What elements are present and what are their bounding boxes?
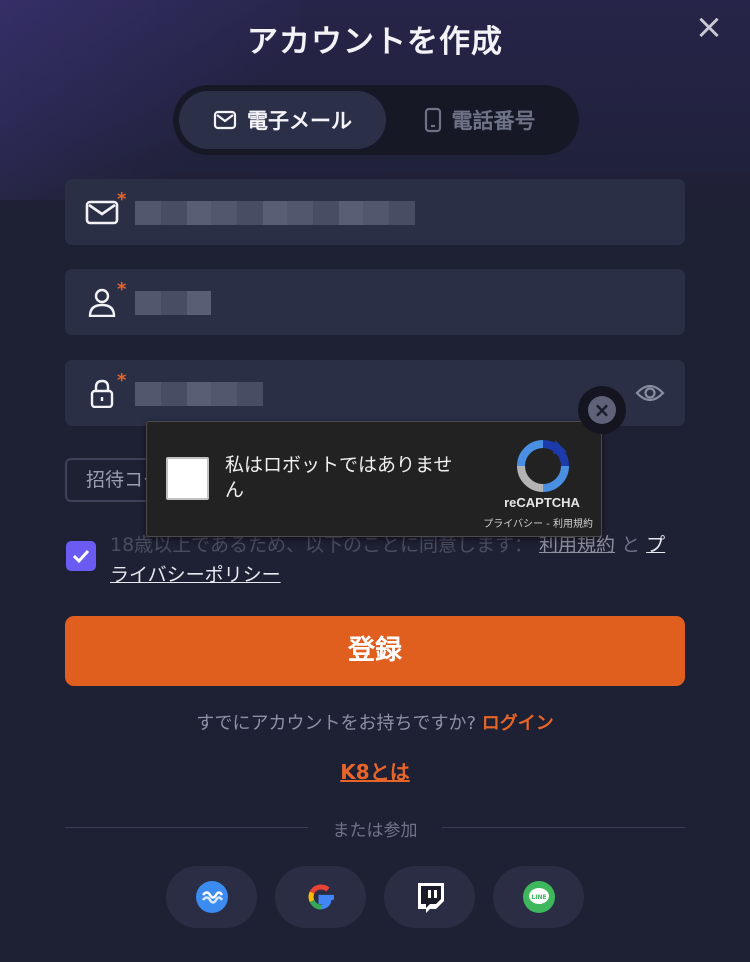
required-asterisk: *: [117, 279, 127, 300]
email-value-redacted: [135, 201, 415, 225]
or-join-label: または参加: [332, 821, 418, 841]
recaptcha-links[interactable]: プライバシー - 利用規約: [443, 515, 593, 530]
divider: [442, 827, 685, 828]
register-button[interactable]: 登録: [65, 616, 685, 686]
wallet-icon: [195, 881, 228, 913]
tab-phone-label: 電話番号: [451, 109, 536, 133]
password-value-redacted: [135, 382, 263, 406]
recaptcha-logo-icon: [517, 440, 569, 492]
tab-phone[interactable]: 電話番号: [386, 91, 573, 149]
signup-method-tabs: 電子メール 電話番号: [173, 85, 579, 155]
consent-checkbox[interactable]: [66, 541, 96, 571]
privacy-link[interactable]: ライバシーポリシー: [110, 564, 281, 586]
consent-statement: 18歳以上であるため、以下のことに同意します：: [110, 534, 533, 556]
recaptcha-close-button[interactable]: ×: [578, 386, 626, 434]
close-icon: ×: [588, 396, 616, 424]
have-account-text: すでにアカウントをお持ちですか? ログイン: [0, 709, 750, 735]
required-asterisk: *: [117, 189, 127, 210]
google-login-button[interactable]: [275, 866, 366, 928]
recaptcha-brand: reCAPTCHA: [504, 495, 580, 510]
login-link[interactable]: ログイン: [482, 713, 554, 734]
and-text: と: [621, 534, 641, 556]
line-icon: LINE: [522, 881, 555, 913]
line-login-button[interactable]: LINE: [493, 866, 584, 928]
recaptcha-widget: 私はロボットではありません reCAPTCHA プライバシー - 利用規約: [146, 421, 602, 537]
twitch-icon: [417, 883, 444, 913]
about-k8-link[interactable]: K8とは: [0, 756, 750, 785]
phone-icon: [424, 107, 441, 133]
twitch-login-button[interactable]: [384, 866, 475, 928]
username-value-redacted: [135, 291, 211, 315]
recaptcha-checkbox[interactable]: [166, 457, 209, 500]
svg-text:LINE: LINE: [531, 894, 546, 901]
consent-text: 18歳以上であるため、以下のことに同意します： 利用規約 と プ ライバシーポリ…: [110, 530, 690, 590]
eye-icon[interactable]: [635, 381, 665, 405]
tab-email-label: 電子メール: [247, 109, 352, 133]
privacy-link-start[interactable]: プ: [646, 534, 665, 556]
mail-icon: [85, 200, 119, 225]
mail-icon: [213, 110, 237, 130]
user-icon: [88, 288, 116, 317]
required-asterisk: *: [117, 370, 127, 391]
page-title: アカウントを作成: [247, 24, 503, 60]
wallet-login-button[interactable]: [166, 866, 257, 928]
terms-link[interactable]: 利用規約: [539, 534, 615, 556]
google-icon: [308, 884, 334, 910]
username-field[interactable]: *: [65, 269, 685, 335]
email-field[interactable]: *: [65, 179, 685, 245]
lock-icon: [90, 379, 114, 408]
have-account-question: すでにアカウントをお持ちですか?: [196, 713, 476, 734]
recaptcha-label: 私はロボットではありません: [225, 454, 453, 501]
close-icon[interactable]: ×: [692, 10, 726, 44]
tab-email[interactable]: 電子メール: [179, 91, 386, 149]
check-icon: [72, 549, 90, 564]
